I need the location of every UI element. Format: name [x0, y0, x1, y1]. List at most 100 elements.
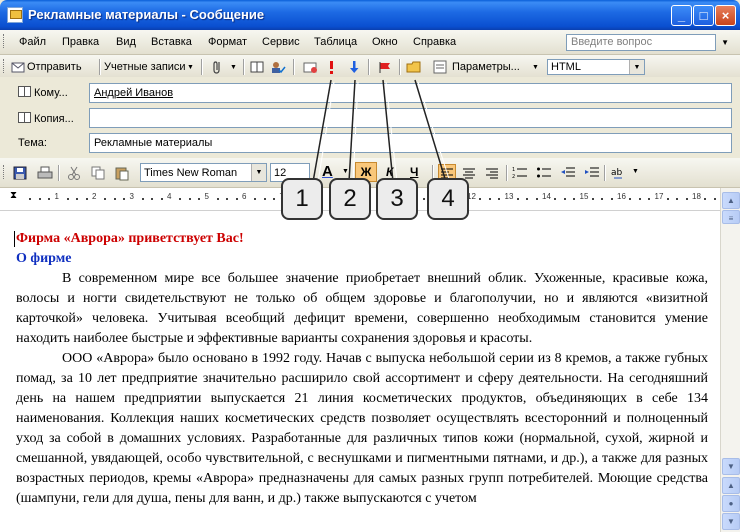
font-name-select[interactable]: Times New Roman ▼: [140, 163, 267, 182]
ruler-tick: [235, 198, 238, 200]
ruler-tick: [610, 198, 613, 200]
vertical-scrollbar[interactable]: ▲ ≡ ▼ ▲ ● ▼: [720, 188, 740, 532]
document-subheading: О фирме: [16, 251, 72, 266]
cut-icon[interactable]: [66, 165, 82, 181]
standard-toolbar: Отправить Учетные записи ▼ ▼ Параметры..…: [0, 55, 740, 79]
message-body[interactable]: Фирма «Аврора» приветствует Вас! О фирме…: [0, 211, 720, 532]
options-button[interactable]: Параметры...: [452, 61, 520, 73]
increase-indent-icon[interactable]: [584, 165, 600, 181]
font-color-button[interactable]: A: [322, 163, 333, 180]
menu-insert[interactable]: Вставка: [151, 36, 192, 48]
check-names-icon[interactable]: [270, 59, 286, 75]
ruler-number: 16: [617, 192, 626, 201]
cc-button[interactable]: Копия...: [18, 112, 74, 125]
text-cursor: [14, 231, 15, 247]
to-button[interactable]: Кому...: [18, 86, 68, 99]
scroll-down-button[interactable]: ▼: [722, 458, 740, 475]
ask-question-box[interactable]: Введите вопрос: [566, 34, 716, 51]
font-name-dropdown-icon[interactable]: ▼: [251, 164, 266, 181]
ruler-tick: [216, 198, 219, 200]
scroll-thumb[interactable]: ≡: [722, 210, 740, 224]
low-importance-icon[interactable]: [346, 59, 362, 75]
font-color-dropdown-icon[interactable]: ▼: [342, 168, 349, 175]
text-direction-icon[interactable]: ab: [610, 165, 626, 181]
menu-grip[interactable]: [3, 34, 7, 48]
ruler-tick: [629, 198, 632, 200]
close-button[interactable]: ×: [715, 5, 736, 26]
cc-label: Копия...: [34, 113, 74, 125]
menu-file[interactable]: Файл: [19, 36, 46, 48]
save-icon[interactable]: [12, 165, 28, 181]
format-dropdown-icon[interactable]: ▼: [629, 60, 644, 74]
menu-format[interactable]: Формат: [208, 36, 247, 48]
ruler-tick: [648, 198, 651, 200]
align-right-icon[interactable]: [484, 165, 500, 181]
to-field[interactable]: Андрей Иванов: [89, 83, 732, 103]
menu-edit[interactable]: Правка: [62, 36, 99, 48]
font-name-value: Times New Roman: [144, 167, 238, 179]
scroll-up-button[interactable]: ▲: [722, 192, 740, 209]
italic-button[interactable]: К: [386, 165, 393, 179]
toolbar-grip[interactable]: [3, 59, 7, 73]
underline-button[interactable]: Ч: [410, 165, 418, 179]
menu-table[interactable]: Таблица: [314, 36, 357, 48]
ruler-tick: [123, 198, 126, 200]
bulleted-list-icon[interactable]: [536, 165, 552, 181]
menu-help[interactable]: Справка: [413, 36, 456, 48]
toolbar-separator: [604, 165, 606, 181]
toolbar-grip[interactable]: [3, 165, 7, 179]
font-size-value: 12: [274, 167, 287, 179]
accounts-button[interactable]: Учетные записи: [104, 61, 186, 73]
high-importance-icon[interactable]: [323, 59, 339, 75]
copy-icon[interactable]: [90, 165, 106, 181]
maximize-button[interactable]: □: [693, 5, 714, 26]
ask-dropdown-icon[interactable]: ▼: [721, 38, 729, 47]
follow-up-flag-icon[interactable]: [377, 59, 393, 75]
title-bar[interactable]: Рекламные материалы - Сообщение _ □ ×: [0, 0, 740, 30]
ruler-tick: [563, 198, 566, 200]
ruler-number: 4: [167, 192, 172, 201]
window-title: Рекламные материалы - Сообщение: [28, 7, 265, 22]
send-button[interactable]: Отправить: [27, 61, 82, 73]
subject-field[interactable]: Рекламные материалы: [89, 133, 732, 153]
toolbar-separator: [201, 59, 203, 75]
accounts-dropdown-icon[interactable]: ▼: [187, 64, 194, 71]
toolbar-options-icon[interactable]: ▼: [632, 168, 639, 175]
svg-text:2: 2: [512, 174, 515, 180]
attach-file-icon[interactable]: [209, 59, 225, 75]
attach-dropdown-icon[interactable]: ▼: [230, 64, 237, 71]
select-browse-object-button[interactable]: ●: [722, 495, 740, 512]
ruler-number: 3: [129, 192, 134, 201]
ruler-tick: [198, 198, 201, 200]
message-format-select[interactable]: HTML ▼: [547, 59, 645, 75]
ruler-tick: [591, 198, 594, 200]
menu-view[interactable]: Вид: [116, 36, 136, 48]
print-icon[interactable]: [37, 165, 53, 181]
toolbar-separator: [399, 59, 401, 75]
ruler-tick: [273, 198, 276, 200]
next-object-button[interactable]: ▼: [722, 513, 740, 530]
indent-marker-icon[interactable]: ⧗: [10, 190, 17, 201]
menu-tools[interactable]: Сервис: [262, 36, 300, 48]
paste-icon[interactable]: [114, 165, 130, 181]
options-dropdown-icon[interactable]: ▼: [532, 64, 539, 71]
minimize-button[interactable]: _: [671, 5, 692, 26]
ruler-tick: [685, 198, 688, 200]
cc-field[interactable]: [89, 108, 732, 128]
toolbar-separator: [99, 59, 101, 75]
previous-object-button[interactable]: ▲: [722, 477, 740, 494]
svg-text:1: 1: [512, 167, 515, 173]
decrease-indent-icon[interactable]: [560, 165, 576, 181]
open-folder-icon[interactable]: [406, 59, 422, 75]
ruler-tick: [141, 198, 144, 200]
callout-3: 3: [376, 178, 418, 220]
document-heading: Фирма «Аврора» приветствует Вас!: [16, 231, 244, 246]
menu-window[interactable]: Окно: [372, 36, 398, 48]
permission-icon[interactable]: [302, 59, 318, 75]
ruler-tick: [526, 198, 529, 200]
callout-1: 1: [281, 178, 323, 220]
document-page[interactable]: Фирма «Аврора» приветствует Вас! О фирме…: [16, 229, 708, 509]
numbered-list-icon[interactable]: 12: [512, 165, 528, 181]
address-book-icon[interactable]: [249, 59, 265, 75]
document-paragraph: В современном мире все большее значение …: [16, 271, 708, 346]
